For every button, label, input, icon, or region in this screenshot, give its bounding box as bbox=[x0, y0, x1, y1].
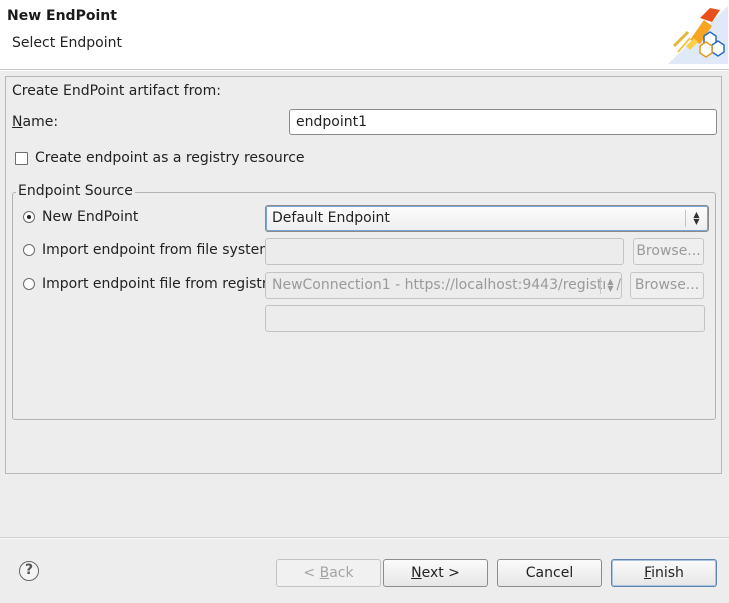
registry-resource-label: Create endpoint as a registry resource bbox=[35, 150, 305, 166]
wizard-banner-icon bbox=[668, 6, 728, 64]
chevron-up-down-icon: ▲ ▼ bbox=[605, 278, 616, 293]
radio-new-endpoint-label: New EndPoint bbox=[42, 209, 139, 225]
next-button[interactable]: Next > bbox=[383, 559, 488, 587]
radio-import-registry-label: Import endpoint file from registry bbox=[42, 276, 276, 292]
radio-new-endpoint-row[interactable]: New EndPoint bbox=[23, 209, 138, 225]
radio-import-registry[interactable] bbox=[23, 278, 35, 290]
name-input[interactable]: endpoint1 bbox=[289, 109, 717, 135]
radio-import-file-label: Import endpoint from file system bbox=[42, 242, 273, 258]
back-button[interactable]: < Back bbox=[276, 559, 381, 587]
endpoint-type-select[interactable]: Default Endpoint ▲ ▼ bbox=[265, 205, 709, 232]
browse-file-button[interactable]: Browse... bbox=[633, 238, 704, 265]
name-label-mnemonic: N bbox=[12, 114, 23, 130]
next-mnemonic: N bbox=[411, 565, 422, 581]
header-divider-highlight bbox=[0, 70, 729, 71]
wizard-title: New EndPoint bbox=[7, 8, 117, 24]
file-path-input[interactable] bbox=[265, 238, 624, 265]
radio-import-file-row[interactable]: Import endpoint from file system bbox=[23, 242, 273, 258]
finish-button[interactable]: Finish bbox=[611, 559, 717, 587]
select-separator bbox=[685, 210, 686, 227]
footer-divider-highlight bbox=[0, 538, 729, 539]
select-separator bbox=[600, 277, 601, 294]
cancel-button[interactable]: Cancel bbox=[497, 559, 602, 587]
registry-resource-checkbox-row[interactable]: Create endpoint as a registry resource bbox=[15, 150, 305, 166]
create-from-label: Create EndPoint artifact from: bbox=[12, 83, 221, 99]
chevron-up-down-icon: ▲ ▼ bbox=[693, 210, 700, 226]
back-label: ack bbox=[329, 565, 354, 581]
name-label-text: ame: bbox=[22, 114, 59, 130]
name-label: Name: bbox=[12, 114, 58, 130]
radio-import-registry-row[interactable]: Import endpoint file from registry bbox=[23, 276, 276, 292]
radio-new-endpoint[interactable] bbox=[23, 211, 35, 223]
registry-connection-value: NewConnection1 - https://localhost:9443/… bbox=[272, 277, 622, 293]
back-arrow: < bbox=[303, 565, 320, 581]
help-icon[interactable]: ? bbox=[19, 561, 39, 581]
registry-connection-select[interactable]: NewConnection1 - https://localhost:9443/… bbox=[265, 272, 622, 299]
finish-label: inish bbox=[651, 565, 684, 581]
next-label: ext > bbox=[421, 565, 460, 581]
back-mnemonic: B bbox=[319, 565, 330, 581]
radio-import-file[interactable] bbox=[23, 244, 35, 256]
endpoint-source-title: Endpoint Source bbox=[16, 183, 135, 199]
registry-resource-checkbox[interactable] bbox=[15, 151, 28, 165]
wizard-subtitle: Select Endpoint bbox=[12, 35, 122, 51]
browse-registry-button[interactable]: Browse... bbox=[630, 272, 704, 299]
registry-path-input[interactable] bbox=[265, 305, 705, 332]
endpoint-type-value: Default Endpoint bbox=[272, 210, 390, 226]
